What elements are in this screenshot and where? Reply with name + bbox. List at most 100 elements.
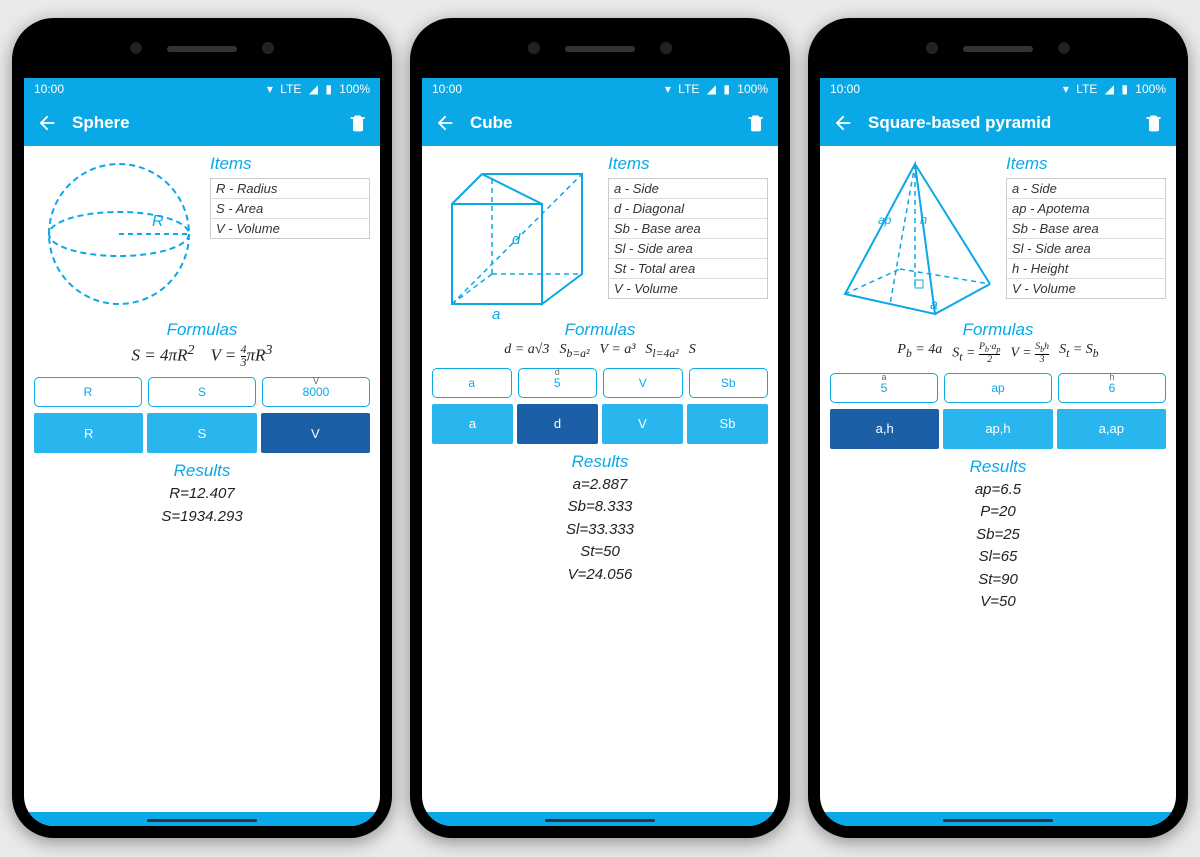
result-row: a=2.887 <box>432 474 768 497</box>
signal-icon: ◢ <box>707 82 716 96</box>
formula: Sl=4a² <box>645 342 678 360</box>
shape-diagram-pyramid: h ap a <box>830 154 1000 314</box>
tab-aph[interactable]: ap,h <box>943 409 1052 449</box>
trash-button[interactable] <box>746 113 766 133</box>
result-row: Sb=8.333 <box>432 496 768 519</box>
back-button[interactable] <box>434 112 456 134</box>
formula: Sb=a² <box>559 342 589 360</box>
battery-label: 100% <box>737 82 768 96</box>
svg-text:h: h <box>920 212 927 227</box>
items-row: d - Diagonal <box>609 199 767 219</box>
input-ap[interactable]: ap <box>944 373 1052 403</box>
battery-label: 100% <box>1135 82 1166 96</box>
status-right: ▾ LTE ◢ ▮ 100% <box>263 82 370 96</box>
status-bar: 10:00 ▾ LTE ◢ ▮ 100% <box>820 78 1176 100</box>
camera-dot <box>262 42 274 54</box>
content-area: d a Items a - Side d - Diagonal Sb - Bas… <box>422 146 778 812</box>
result-row: ap=6.5 <box>830 479 1166 502</box>
input-sb[interactable]: Sb <box>689 368 769 398</box>
results-list: a=2.887 Sb=8.333 Sl=33.333 St=50 V=24.05… <box>432 474 768 587</box>
battery-label: 100% <box>339 82 370 96</box>
shape-diagram-cube: d a <box>432 154 602 314</box>
items-list: a - Side ap - Apotema Sb - Base area Sl … <box>1006 178 1166 299</box>
items-heading: Items <box>608 154 768 174</box>
shape-diagram-sphere: R <box>34 154 204 314</box>
input-v[interactable]: V8000 <box>262 377 370 407</box>
input-row: a5 ap h6 <box>830 373 1166 403</box>
lte-label: LTE <box>1076 82 1097 96</box>
trash-button[interactable] <box>348 113 368 133</box>
tab-v[interactable]: V <box>602 404 683 444</box>
result-row: P=20 <box>830 501 1166 524</box>
svg-text:d: d <box>512 231 521 248</box>
results-heading: Results <box>34 461 370 481</box>
svg-text:a: a <box>492 306 500 323</box>
camera-dot <box>528 42 540 54</box>
formula: V = a³ <box>599 342 635 360</box>
input-r[interactable]: R <box>34 377 142 407</box>
speaker-slot <box>167 46 237 52</box>
tab-sb[interactable]: Sb <box>687 404 768 444</box>
tab-aap[interactable]: a,ap <box>1057 409 1166 449</box>
clock: 10:00 <box>432 82 462 96</box>
input-row: R S V8000 <box>34 377 370 407</box>
formula: S = 4πR2 <box>132 342 195 369</box>
input-s[interactable]: S <box>148 377 256 407</box>
input-v[interactable]: V <box>603 368 683 398</box>
input-d[interactable]: d5 <box>518 368 598 398</box>
camera-dot <box>130 42 142 54</box>
tab-v[interactable]: V <box>261 413 370 453</box>
trash-button[interactable] <box>1144 113 1164 133</box>
formulas-row: d = a√3 Sb=a² V = a³ Sl=4a² S <box>432 342 768 360</box>
items-row: a - Side <box>609 179 767 199</box>
tab-ah[interactable]: a,h <box>830 409 939 449</box>
result-row: Sl=65 <box>830 546 1166 569</box>
camera-dot <box>660 42 672 54</box>
status-bar: 10:00 ▾ LTE ◢ ▮ 100% <box>422 78 778 100</box>
battery-icon: ▮ <box>1121 82 1128 96</box>
items-row: V - Volume <box>1007 279 1165 298</box>
formula: S <box>689 342 696 360</box>
input-row: a d5 V Sb <box>432 368 768 398</box>
nav-hint <box>943 819 1053 822</box>
camera-dot <box>1058 42 1070 54</box>
screen: 10:00 ▾ LTE ◢ ▮ 100% Sphere <box>24 78 380 826</box>
input-a[interactable]: a <box>432 368 512 398</box>
signal-icon: ◢ <box>309 82 318 96</box>
items-row: Sb - Base area <box>1007 219 1165 239</box>
items-row: a - Side <box>1007 179 1165 199</box>
wifi-icon: ▾ <box>267 82 273 96</box>
result-row: V=24.056 <box>432 564 768 587</box>
lte-label: LTE <box>678 82 699 96</box>
back-button[interactable] <box>832 112 854 134</box>
results-list: R=12.407 S=1934.293 <box>34 483 370 528</box>
formula: V = Sbh3 <box>1010 342 1049 365</box>
input-h[interactable]: h6 <box>1058 373 1166 403</box>
items-row: Sl - Side area <box>609 239 767 259</box>
items-heading: Items <box>1006 154 1166 174</box>
speaker-slot <box>963 46 1033 52</box>
status-bar: 10:00 ▾ LTE ◢ ▮ 100% <box>24 78 380 100</box>
speaker-slot <box>565 46 635 52</box>
status-right: ▾ LTE ◢ ▮ 100% <box>661 82 768 96</box>
page-title: Sphere <box>72 113 348 133</box>
tab-r[interactable]: R <box>34 413 143 453</box>
tab-s[interactable]: S <box>147 413 256 453</box>
tab-a[interactable]: a <box>432 404 513 444</box>
phone-frame: 10:00 ▾ LTE ◢ ▮ 100% Cube <box>410 18 790 838</box>
back-button[interactable] <box>36 112 58 134</box>
phone-frame: 10:00 ▾ LTE ◢ ▮ 100% Sphere <box>12 18 392 838</box>
formulas-row: Pb = 4a St = Pb·ap2 V = Sbh3 St = Sb <box>830 342 1166 365</box>
lte-label: LTE <box>280 82 301 96</box>
svg-text:ap: ap <box>878 213 892 227</box>
wifi-icon: ▾ <box>1063 82 1069 96</box>
input-a[interactable]: a5 <box>830 373 938 403</box>
status-right: ▾ LTE ◢ ▮ 100% <box>1059 82 1166 96</box>
screen: 10:00 ▾ LTE ◢ ▮ 100% Cube <box>422 78 778 826</box>
battery-icon: ▮ <box>723 82 730 96</box>
tab-d[interactable]: d <box>517 404 598 444</box>
items-row: S - Area <box>211 199 369 219</box>
results-heading: Results <box>432 452 768 472</box>
svg-text:R: R <box>152 213 164 230</box>
items-list: R - Radius S - Area V - Volume <box>210 178 370 239</box>
